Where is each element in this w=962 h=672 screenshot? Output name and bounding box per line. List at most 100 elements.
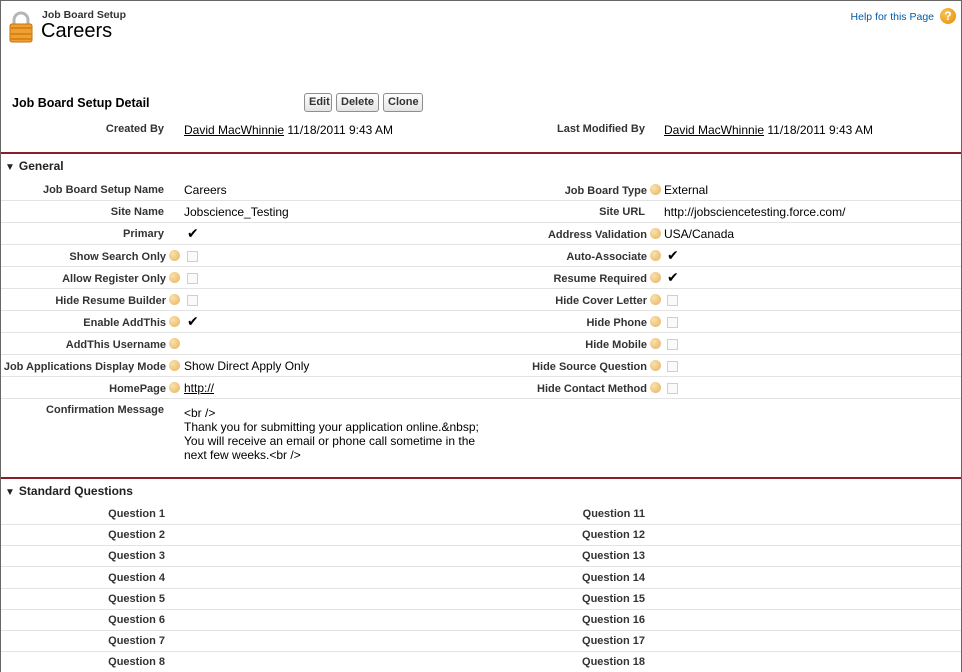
job-board-setup-name-label: Job Board Setup Name [42,184,164,196]
hide-phone-label: Hide Phone [586,316,661,329]
question-row: Question 5 Question 15 [1,589,961,610]
display-mode-value: Show Direct Apply Only [184,359,310,373]
section-general-header[interactable]: ▼ General [5,159,64,173]
hide-source-question-checkbox [667,361,678,372]
question-label: Question 15 [582,592,645,605]
site-name-label: Site Name [110,206,164,218]
info-icon[interactable] [650,382,661,393]
question-label: Question 13 [582,550,645,563]
field-row: Allow Register Only Resume Required ✔ [1,267,961,289]
collapse-triangle-icon[interactable]: ▼ [5,487,15,498]
job-board-type-value: External [664,183,709,197]
created-by-user-link[interactable]: David MacWhinnie [184,123,284,137]
field-row: AddThis Username Hide Mobile [1,333,961,355]
question-label: Question 16 [582,614,645,626]
auto-associate-label: Auto-Associate [566,250,661,263]
info-icon[interactable] [650,184,661,195]
field-row: Primary ✔ Address Validation USA/Canada [1,223,961,245]
hide-contact-method-checkbox [667,383,678,394]
enable-addthis-checkmark-icon: ✔ [187,313,199,329]
hide-cover-letter-checkbox [667,295,678,306]
hide-resume-builder-label: Hide Resume Builder [55,294,180,307]
last-modified-date: 11/18/2011 9:43 AM [767,123,874,137]
created-by-label: Created By [105,123,164,135]
job-board-setup-name-value: Careers [184,183,227,197]
section-divider [1,152,961,154]
question-label: Question 11 [582,508,645,520]
allow-register-only-checkbox [187,273,198,284]
hide-resume-builder-checkbox [187,295,198,306]
resume-required-label: Resume Required [553,272,661,285]
last-modified-value: David MacWhinnie 11/18/2011 9:43 AM [664,123,873,137]
info-icon[interactable] [650,228,661,239]
question-row: Question 3 Question 13 [1,546,961,568]
resume-required-checkmark-icon: ✔ [667,269,679,285]
info-icon[interactable] [650,338,661,349]
job-board-type-label: Job Board Type [565,184,661,197]
site-name-value: Jobscience_Testing [184,205,289,219]
primary-checkmark-icon: ✔ [187,225,199,241]
info-icon[interactable] [169,250,180,261]
detail-section-title: Job Board Setup Detail [12,96,150,110]
info-icon[interactable] [650,272,661,283]
homepage-link[interactable]: http:// [184,381,214,395]
question-row: Question 8 Question 18 [1,652,961,672]
question-row: Question 7 Question 17 [1,631,961,653]
confirmation-message-label: Confirmation Message [46,404,164,416]
address-validation-value: USA/Canada [664,227,735,241]
info-icon[interactable] [169,382,180,393]
hide-source-question-label: Hide Source Question [532,360,661,373]
info-icon[interactable] [169,272,180,283]
created-by-value: David MacWhinnie 11/18/2011 9:43 AM [184,123,393,137]
page-frame: Job Board Setup Careers Help for this Pa… [0,0,962,672]
site-url-value: http://jobsciencetesting.force.com/ [664,205,846,219]
collapse-triangle-icon[interactable]: ▼ [5,162,15,173]
edit-button[interactable]: Edit [304,93,332,112]
info-icon[interactable] [169,338,180,349]
question-label: Question 5 [108,592,165,605]
created-row: Created By David MacWhinnie 11/18/2011 9… [1,119,961,141]
info-icon[interactable] [169,316,180,327]
question-label: Question 1 [108,508,165,520]
question-label: Question 18 [582,656,645,669]
field-row: Job Board Setup Name Careers Job Board T… [1,179,961,201]
info-icon[interactable] [650,250,661,261]
section-standard-questions-header[interactable]: ▼ Standard Questions [5,484,133,498]
page-title: Careers [41,20,113,42]
last-modified-user-link[interactable]: David MacWhinnie [664,123,764,137]
info-icon[interactable] [169,360,180,371]
question-label: Question 14 [582,571,645,584]
field-row: Job Applications Display Mode Show Direc… [1,355,961,377]
help-link[interactable]: Help for this Page [851,11,934,23]
question-label: Question 2 [108,529,165,542]
hide-mobile-checkbox [667,339,678,350]
question-label: Question 7 [108,635,165,648]
field-row: Site Name Jobscience_Testing Site URL ht… [1,201,961,223]
clone-button[interactable]: Clone [383,93,423,112]
show-search-only-label: Show Search Only [69,250,180,263]
info-icon[interactable] [650,360,661,371]
help-icon[interactable]: ? [940,8,956,24]
delete-button[interactable]: Delete [336,93,379,112]
question-label: Question 12 [582,529,645,542]
info-icon[interactable] [650,294,661,305]
site-url-label: Site URL [599,206,645,218]
info-icon[interactable] [169,294,180,305]
last-modified-label: Last Modified By [556,123,645,135]
homepage-label: HomePage [109,382,180,395]
question-label: Question 17 [582,635,645,648]
section-general-title: General [18,159,64,173]
info-icon[interactable] [650,316,661,327]
field-row: Enable AddThis ✔ Hide Phone [1,311,961,333]
confirmation-message-value: <br /> Thank you for submitting your app… [184,406,479,462]
question-row: Question 4 Question 14 [1,568,961,589]
question-row: Question 2 Question 12 [1,525,961,547]
show-search-only-checkbox [187,251,198,262]
allow-register-only-label: Allow Register Only [62,272,180,285]
hide-mobile-label: Hide Mobile [585,338,661,351]
address-validation-label: Address Validation [548,228,661,241]
addthis-username-label: AddThis Username [66,338,180,351]
display-mode-label: Job Applications Display Mode [4,360,180,373]
hide-phone-checkbox [667,317,678,328]
primary-label: Primary [123,228,164,240]
